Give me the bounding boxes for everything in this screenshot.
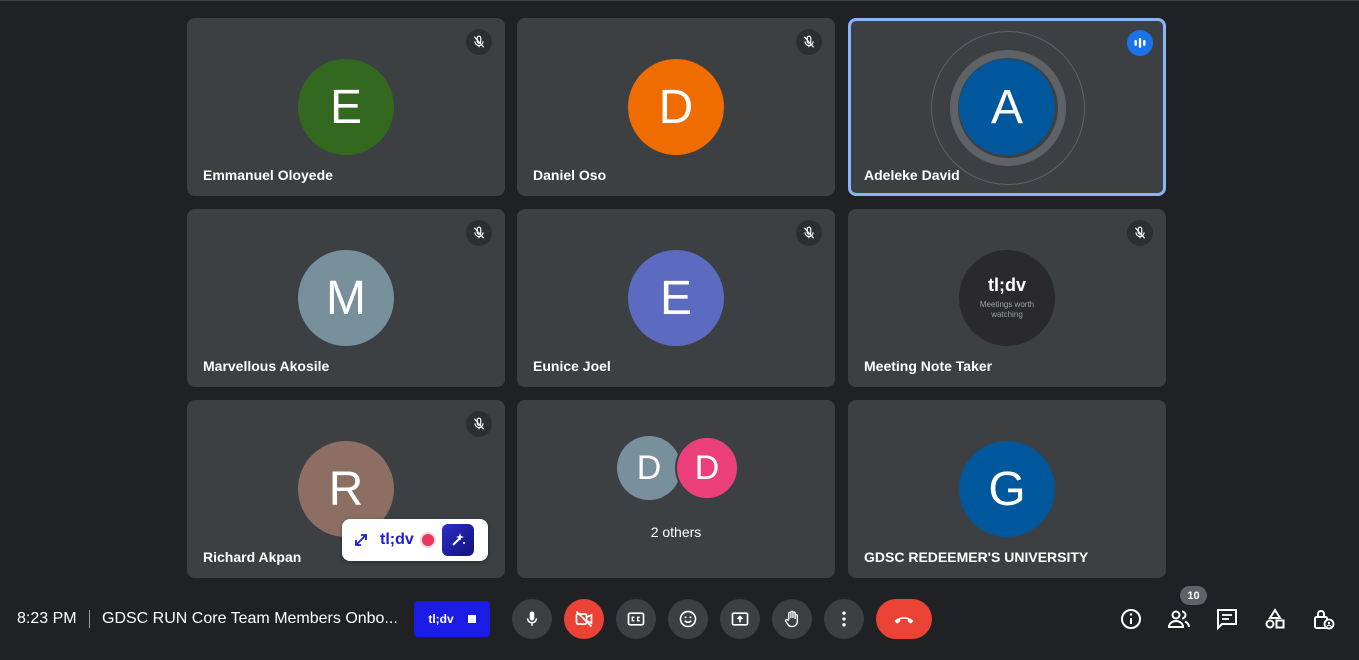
participant-tile-gdsc-redeemers-university[interactable]: G GDSC REDEEMER'S UNIVERSITY: [848, 400, 1166, 578]
captions-button[interactable]: [616, 599, 656, 639]
raise-hand-button[interactable]: [772, 599, 812, 639]
mic-off-icon: [466, 29, 492, 55]
present-screen-icon: [731, 612, 749, 626]
people-button[interactable]: [1165, 605, 1193, 633]
others-caption: 2 others: [650, 524, 702, 540]
activities-icon: [1265, 608, 1285, 629]
avatar: A: [959, 59, 1055, 155]
speaking-indicator-icon: [1127, 30, 1153, 56]
participant-tile-meeting-note-taker[interactable]: tl;dv Meetings worth watching Meeting No…: [848, 209, 1166, 387]
tldv-logo-avatar: tl;dv Meetings worth watching: [959, 250, 1055, 346]
host-controls-button[interactable]: [1309, 605, 1337, 633]
camera-toggle-button[interactable]: [564, 599, 604, 639]
more-options-button[interactable]: [824, 599, 864, 639]
participant-tile-daniel-oso[interactable]: D Daniel Oso: [517, 18, 835, 196]
tldv-button-label: tl;dv: [428, 612, 454, 626]
people-icon: [1167, 610, 1190, 628]
participant-name: Meeting Note Taker: [864, 358, 993, 374]
mic-off-icon: [1127, 220, 1153, 246]
mic-off-icon: [796, 29, 822, 55]
tldv-floating-widget[interactable]: tl;dv: [342, 519, 488, 561]
meeting-stage: E Emmanuel Oloyede D Daniel Oso A Adelek…: [0, 0, 1359, 660]
activities-button[interactable]: [1261, 605, 1289, 633]
avatar: M: [298, 250, 394, 346]
people-count-badge: 10: [1180, 586, 1207, 605]
emoji-icon: [679, 610, 697, 628]
hang-up-icon: [894, 617, 914, 624]
avatar: D: [617, 436, 681, 500]
meeting-details-button[interactable]: [1117, 605, 1145, 633]
raise-hand-icon: [784, 610, 798, 628]
tldv-record-button[interactable]: tl;dv: [414, 601, 490, 637]
participant-name: GDSC REDEEMER'S UNIVERSITY: [864, 549, 1089, 565]
participant-tile-adeleke-david[interactable]: A Adeleke David: [848, 18, 1166, 196]
chat-button[interactable]: [1213, 605, 1241, 633]
expand-icon[interactable]: [352, 531, 370, 549]
chat-icon: [1217, 609, 1237, 631]
reactions-button[interactable]: [668, 599, 708, 639]
stop-icon: [467, 615, 476, 623]
avatar: E: [628, 250, 724, 346]
mic-off-icon: [466, 220, 492, 246]
participant-tile-eunice-joel[interactable]: E Eunice Joel: [517, 209, 835, 387]
avatar: D: [628, 59, 724, 155]
bottom-control-bar: 8:23 PM GDSC RUN Core Team Members Onbo.…: [0, 586, 1359, 647]
meeting-title[interactable]: GDSC RUN Core Team Members Onbo...: [102, 610, 404, 628]
participant-name: Eunice Joel: [533, 358, 611, 374]
participant-name: Marvellous Akosile: [203, 358, 330, 374]
participant-name: Adeleke David: [864, 167, 960, 183]
leave-call-button[interactable]: [876, 599, 932, 639]
participant-tile-marvellous-akosile[interactable]: M Marvellous Akosile: [187, 209, 505, 387]
others-avatars: D D: [617, 436, 741, 502]
divider: [89, 610, 90, 628]
mic-off-icon: [796, 220, 822, 246]
participant-tile-others[interactable]: D D 2 others: [517, 400, 835, 578]
tldv-brand: tl;dv: [380, 531, 414, 548]
participant-name: Richard Akpan: [203, 549, 302, 565]
microphone-icon: [526, 611, 538, 626]
more-options-icon: [842, 611, 846, 627]
avatar: G: [959, 441, 1055, 537]
video-off-icon: [575, 610, 593, 628]
tldv-logo-tagline: Meetings worth watching: [979, 300, 1035, 319]
present-button[interactable]: [720, 599, 760, 639]
mic-off-icon: [466, 411, 492, 437]
meeting-clock: 8:23 PM: [17, 610, 77, 627]
info-icon: [1121, 609, 1141, 629]
ai-magic-icon[interactable]: [441, 524, 474, 556]
participant-tile-emmanuel-oloyede[interactable]: E Emmanuel Oloyede: [187, 18, 505, 196]
closed-captions-icon: [627, 612, 645, 626]
participant-name: Daniel Oso: [533, 167, 607, 183]
recording-indicator-icon: [421, 534, 434, 546]
microphone-button[interactable]: [512, 599, 552, 639]
avatar: E: [298, 59, 394, 155]
host-controls-icon: [1314, 610, 1335, 630]
participant-name: Emmanuel Oloyede: [203, 167, 333, 183]
avatar: D: [675, 436, 739, 500]
tldv-logo-text: tl;dv: [988, 275, 1026, 295]
